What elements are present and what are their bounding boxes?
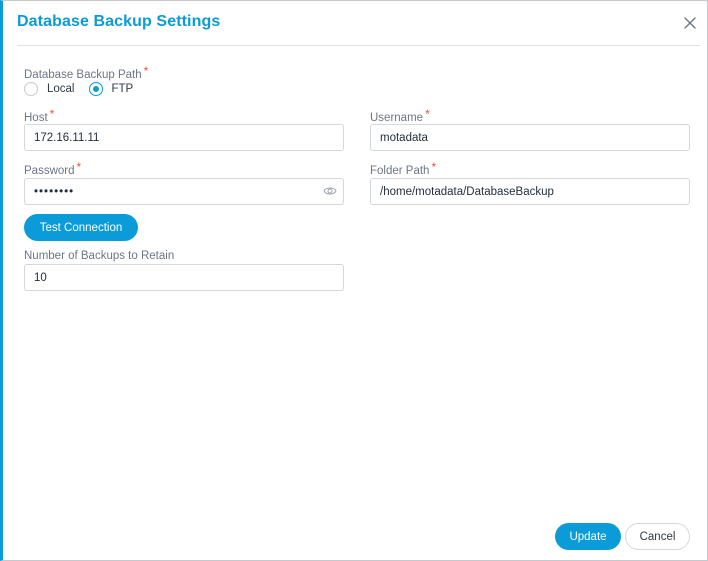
- radio-local[interactable]: [24, 82, 38, 96]
- update-button[interactable]: Update: [555, 523, 621, 550]
- folder-path-input[interactable]: [370, 178, 690, 205]
- backup-path-radio-group: Local FTP: [24, 82, 147, 96]
- header-divider: [17, 45, 700, 46]
- radio-ftp[interactable]: [88, 82, 103, 96]
- required-mark: *: [49, 107, 55, 121]
- radio-local-label: Local: [47, 83, 75, 95]
- cancel-button[interactable]: Cancel: [625, 523, 690, 550]
- folder-path-label: Folder Path *: [370, 160, 437, 177]
- host-label: Host *: [24, 107, 55, 124]
- required-mark: *: [143, 64, 149, 78]
- backups-to-retain-input[interactable]: [24, 264, 344, 291]
- dialog-title: Database Backup Settings: [17, 13, 221, 30]
- backup-path-label: Database Backup Path *: [24, 64, 149, 81]
- radio-ftp-label: FTP: [111, 83, 134, 95]
- test-connection-button[interactable]: Test Connection: [24, 214, 138, 241]
- close-icon[interactable]: [682, 15, 698, 31]
- radio-option-ftp[interactable]: FTP: [88, 82, 134, 96]
- eye-icon[interactable]: [323, 185, 337, 197]
- password-input[interactable]: [24, 178, 344, 205]
- required-mark: *: [76, 160, 82, 174]
- username-label: Username *: [370, 107, 430, 124]
- password-label: Password *: [24, 160, 82, 177]
- required-mark: *: [425, 107, 430, 121]
- username-input[interactable]: [370, 124, 690, 151]
- backup-settings-dialog: Database Backup Settings Database Backup…: [0, 0, 708, 561]
- required-mark: *: [431, 160, 437, 174]
- host-input[interactable]: [24, 124, 344, 151]
- radio-option-local[interactable]: Local: [24, 82, 75, 96]
- backups-to-retain-label: Number of Backups to Retain: [24, 250, 175, 262]
